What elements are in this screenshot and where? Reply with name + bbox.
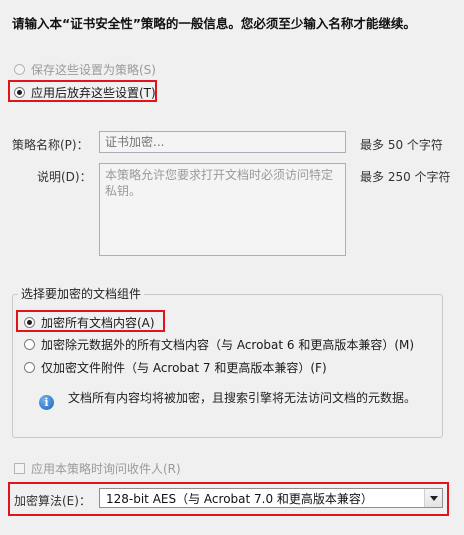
radio-indicator	[24, 339, 35, 350]
radio-indicator	[24, 362, 35, 373]
radio-indicator	[24, 317, 35, 328]
encrypt-all-content-label: 加密所有文档内容(A)	[41, 316, 155, 330]
radio-indicator	[14, 87, 25, 98]
chevron-down-icon[interactable]	[424, 489, 442, 507]
discard-after-apply-radio[interactable]: 应用后放弃这些设置(T)	[14, 84, 156, 101]
components-group-title: 选择要加密的文档组件	[18, 285, 145, 302]
encryption-algorithm-value: 128-bit AES（与 Acrobat 7.0 和更高版本兼容）	[106, 491, 373, 506]
encrypt-attachments-only-radio[interactable]: 仅加密文件附件（与 Acrobat 7 和更高版本兼容）(F)	[24, 359, 327, 376]
policy-name-label: 策略名称(P)：	[12, 138, 89, 152]
page-heading: 请输入本“证书安全性”策略的一般信息。您必须至少输入名称才能继续。	[12, 16, 416, 31]
info-icon: i	[39, 395, 54, 410]
description-textarea[interactable]: 本策略允许您要求打开文档时必须访问特定私钥。	[99, 163, 346, 256]
discard-after-apply-label: 应用后放弃这些设置(T)	[31, 86, 156, 100]
encryption-info-text: 文档所有内容均将被加密，且搜索引擎将无法访问文档的元数据。	[68, 391, 417, 405]
encrypt-all-content-radio[interactable]: 加密所有文档内容(A)	[24, 314, 155, 331]
save-as-policy-radio: 保存这些设置为策略(S)	[14, 61, 156, 78]
policy-name-limit-hint: 最多 50 个字符	[360, 138, 443, 152]
encryption-algorithm-label: 加密算法(E)：	[14, 494, 91, 508]
save-as-policy-label: 保存这些设置为策略(S)	[31, 63, 156, 77]
ask-recipients-label: 应用本策略时询问收件人(R)	[31, 462, 181, 476]
description-limit-hint: 最多 250 个字符	[360, 170, 451, 184]
policy-name-input[interactable]	[99, 131, 346, 153]
ask-recipients-checkbox: 应用本策略时询问收件人(R)	[14, 460, 181, 477]
radio-indicator	[14, 64, 25, 75]
description-label: 说明(D)：	[37, 170, 92, 184]
encrypt-attachments-only-label: 仅加密文件附件（与 Acrobat 7 和更高版本兼容）(F)	[41, 361, 327, 375]
encrypt-except-metadata-radio[interactable]: 加密除元数据外的所有文档内容（与 Acrobat 6 和更高版本兼容）(M)	[24, 336, 414, 353]
encryption-algorithm-select[interactable]: 128-bit AES（与 Acrobat 7.0 和更高版本兼容）	[99, 488, 443, 508]
encrypt-except-metadata-label: 加密除元数据外的所有文档内容（与 Acrobat 6 和更高版本兼容）(M)	[41, 338, 415, 352]
checkbox-indicator	[14, 463, 25, 474]
